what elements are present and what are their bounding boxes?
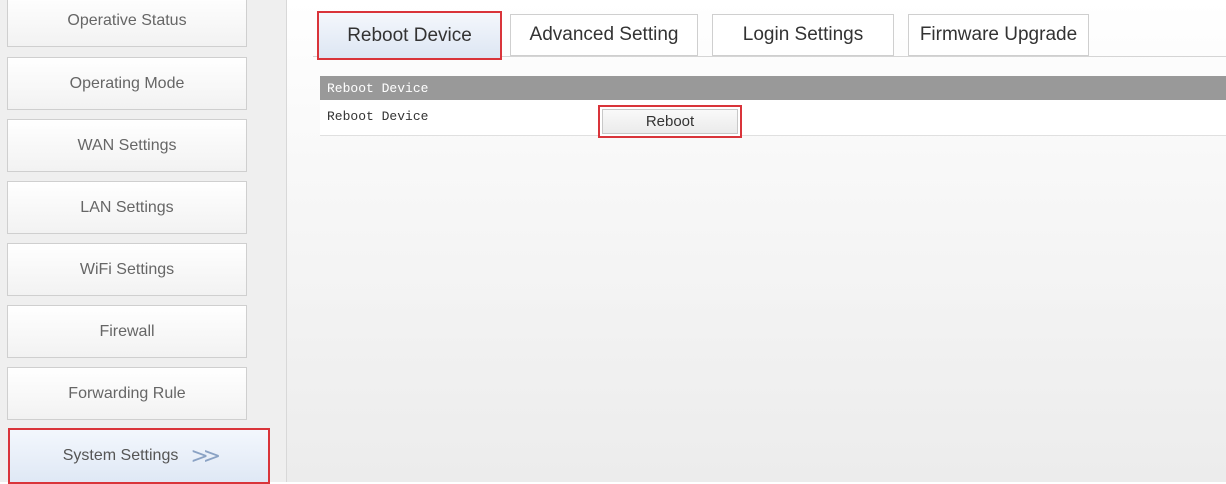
sidebar-item-label: Firewall — [99, 322, 155, 340]
sidebar-item-forwarding-rule[interactable]: Forwarding Rule — [7, 367, 247, 420]
reboot-row: Reboot Device Reboot — [320, 100, 1226, 138]
tab-label: Firmware Upgrade — [919, 24, 1078, 45]
panel-title: Reboot Device — [327, 80, 429, 96]
sidebar-item-label: System Settings — [62, 447, 179, 464]
sidebar-item-lan-settings[interactable]: LAN Settings — [7, 181, 247, 234]
sidebar-item-operative-status[interactable]: Operative Status — [7, 0, 247, 47]
reboot-panel: Reboot Device Reboot Device Reboot — [320, 76, 1226, 138]
sidebar-item-label: Operating Mode — [69, 74, 185, 92]
tab-login-settings[interactable]: Login Settings — [712, 14, 894, 56]
sidebar-item-operating-mode[interactable]: Operating Mode — [7, 57, 247, 110]
tab-advanced-setting[interactable]: Advanced Setting — [510, 14, 698, 56]
sidebar: Operative Status Operating Mode WAN Sett… — [0, 0, 287, 484]
sidebar-item-label: LAN Settings — [80, 198, 174, 216]
double-chevron-right-icon: >> — [190, 443, 221, 469]
sidebar-item-label: Operative Status — [67, 11, 187, 29]
sidebar-item-label: WAN Settings — [77, 136, 177, 154]
tab-label: Advanced Setting — [529, 24, 679, 45]
reboot-button-label: Reboot — [645, 113, 695, 130]
sidebar-item-label: WiFi Settings — [79, 260, 175, 278]
sidebar-item-wan-settings[interactable]: WAN Settings — [7, 119, 247, 172]
main-content: Reboot Device Advanced Setting Login Set… — [287, 0, 1226, 482]
reboot-row-label: Reboot Device — [327, 109, 429, 124]
sidebar-item-firewall[interactable]: Firewall — [7, 305, 247, 358]
tab-label: Reboot Device — [347, 24, 472, 46]
tab-reboot-device[interactable]: Reboot Device — [317, 11, 502, 60]
tab-firmware-upgrade[interactable]: Firmware Upgrade — [908, 14, 1089, 56]
tab-bar: Reboot Device Advanced Setting Login Set… — [287, 0, 1226, 66]
panel-header: Reboot Device — [320, 76, 1226, 100]
tab-label: Login Settings — [742, 24, 864, 45]
sidebar-item-system-settings[interactable]: System Settings >> — [8, 428, 270, 484]
sidebar-item-label: Forwarding Rule — [68, 384, 186, 402]
reboot-button[interactable]: Reboot — [598, 105, 742, 138]
sidebar-item-wifi-settings[interactable]: WiFi Settings — [7, 243, 247, 296]
